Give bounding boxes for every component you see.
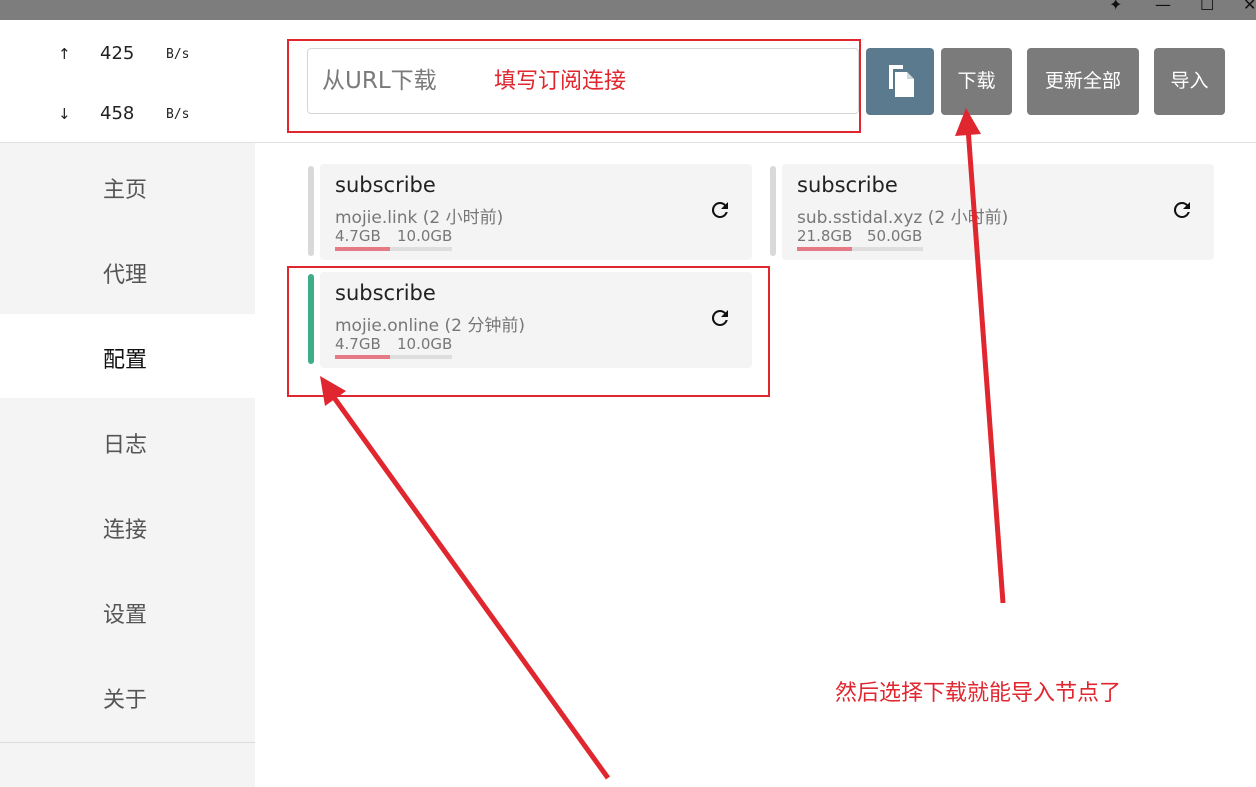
sidebar-item-settings[interactable]: 设置 bbox=[0, 569, 255, 653]
paste-icon bbox=[889, 65, 914, 97]
profile-updated: (2 小时前) bbox=[927, 208, 1009, 228]
download-value: 458 bbox=[100, 103, 135, 124]
sidebar-item-about[interactable]: 关于 bbox=[0, 654, 255, 738]
sidebar-item-label: 连接 bbox=[103, 518, 148, 543]
profile-name: subscribe bbox=[335, 173, 436, 197]
sidebar-item-logs[interactable]: 日志 bbox=[0, 399, 255, 483]
upload-arrow-icon: ↑ bbox=[58, 45, 71, 63]
upload-unit: B/s bbox=[166, 47, 190, 62]
sidebar-item-profiles[interactable]: 配置 bbox=[0, 314, 255, 398]
import-button[interactable]: 导入 bbox=[1154, 48, 1225, 115]
profile-total: 10.0GB bbox=[397, 227, 453, 245]
sidebar-item-proxy[interactable]: 代理 bbox=[0, 229, 255, 313]
refresh-icon[interactable] bbox=[1170, 198, 1194, 222]
profile-host: sub.sstidal.xyz bbox=[797, 208, 923, 228]
profile-name: subscribe bbox=[797, 173, 898, 197]
sidebar-divider bbox=[0, 742, 255, 743]
sidebar: ↑ 425 B/s ↓ 458 B/s 主页 代理 配置 日志 连接 设置 关于 bbox=[0, 20, 255, 787]
usage-bar-fill bbox=[335, 247, 390, 251]
sidebar-item-home[interactable]: 主页 bbox=[0, 144, 255, 228]
profile-indicator bbox=[308, 166, 314, 256]
minimize-icon[interactable]: — bbox=[1155, 0, 1171, 14]
title-bar: ✦ — ☐ ✕ bbox=[0, 0, 1256, 20]
profile-card[interactable]: subscribe sub.sstidal.xyz (2 小时前) 21.8GB… bbox=[770, 164, 1215, 260]
profile-meta: sub.sstidal.xyz (2 小时前) bbox=[797, 203, 1008, 228]
annotation-url-hint: 填写订阅连接 bbox=[494, 69, 627, 94]
download-button[interactable]: 下载 bbox=[941, 48, 1012, 115]
sidebar-item-label: 设置 bbox=[103, 603, 148, 628]
download-unit: B/s bbox=[166, 107, 190, 122]
sidebar-item-connections[interactable]: 连接 bbox=[0, 484, 255, 568]
annotation-download-hint: 然后选择下载就能导入节点了 bbox=[835, 681, 1122, 706]
profile-total: 50.0GB bbox=[867, 227, 923, 245]
download-speed: ↓ 458 B/s bbox=[0, 101, 255, 131]
profile-card[interactable]: subscribe mojie.link (2 小时前) 4.7GB 10.0G… bbox=[308, 164, 753, 260]
usage-bar-fill bbox=[797, 247, 853, 251]
profile-indicator bbox=[770, 166, 776, 256]
profile-host: mojie.link bbox=[335, 208, 418, 228]
profile-used: 4.7GB bbox=[335, 227, 381, 245]
paste-button[interactable] bbox=[866, 48, 934, 115]
usage-bar bbox=[335, 247, 452, 251]
profile-card-body[interactable]: subscribe sub.sstidal.xyz (2 小时前) 21.8GB… bbox=[782, 164, 1214, 260]
upload-value: 425 bbox=[100, 43, 135, 64]
traffic-panel: ↑ 425 B/s ↓ 458 B/s bbox=[0, 20, 255, 143]
sidebar-item-label: 代理 bbox=[103, 263, 148, 288]
annotation-arrow-profile bbox=[327, 390, 611, 780]
sidebar-item-label: 配置 bbox=[103, 348, 148, 373]
profile-used: 21.8GB bbox=[797, 227, 853, 245]
sidebar-item-label: 关于 bbox=[103, 688, 148, 713]
annotation-box-profile bbox=[287, 266, 770, 397]
usage-bar bbox=[797, 247, 923, 251]
refresh-icon[interactable] bbox=[708, 198, 732, 222]
close-icon[interactable]: ✕ bbox=[1243, 0, 1256, 14]
sidebar-item-label: 主页 bbox=[103, 178, 148, 203]
profile-meta: mojie.link (2 小时前) bbox=[335, 203, 503, 228]
sidebar-item-label: 日志 bbox=[103, 433, 148, 458]
update-all-button[interactable]: 更新全部 bbox=[1027, 48, 1139, 115]
profile-updated: (2 小时前) bbox=[422, 208, 504, 228]
upload-speed: ↑ 425 B/s bbox=[0, 41, 255, 71]
profile-card-body[interactable]: subscribe mojie.link (2 小时前) 4.7GB 10.0G… bbox=[320, 164, 752, 260]
pin-icon[interactable]: ✦ bbox=[1109, 0, 1122, 14]
download-arrow-icon: ↓ bbox=[58, 105, 71, 123]
maximize-icon[interactable]: ☐ bbox=[1200, 0, 1214, 14]
